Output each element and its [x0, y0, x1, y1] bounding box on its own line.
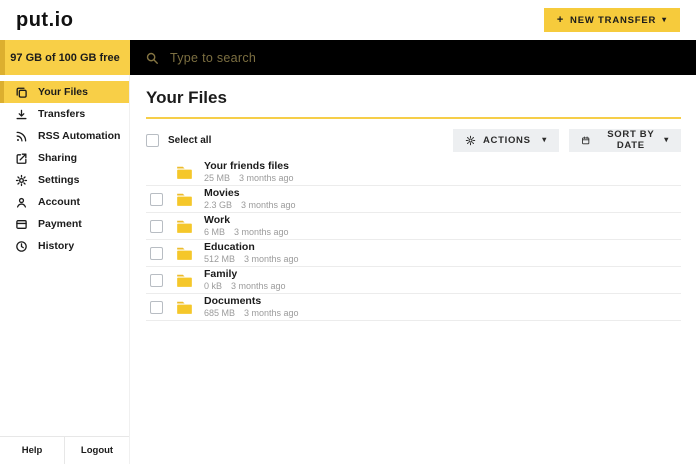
toolbar-buttons: ACTIONS ▾ SORT BY DATE ▾ — [453, 128, 681, 152]
search-placeholder: Type to search — [170, 50, 257, 65]
search-icon — [146, 52, 158, 64]
file-row[interactable]: Your friends files 25 MB 3 months ago — [146, 159, 681, 186]
search-input[interactable]: Type to search — [130, 40, 696, 75]
file-size: 25 MB — [204, 172, 231, 183]
chevron-down-icon: ▾ — [664, 135, 669, 144]
select-all-label: Select all — [168, 134, 212, 146]
main-content: Your Files Select all ACTIONS ▾ SORT BY … — [130, 75, 696, 464]
file-age: 3 months ago — [244, 253, 299, 264]
storage-used-bar — [0, 40, 5, 75]
file-age: 3 months ago — [241, 199, 296, 210]
account-icon — [15, 196, 28, 209]
files-icon — [15, 86, 28, 99]
sidebar-item-sharing[interactable]: Sharing — [0, 147, 129, 169]
putio-app: put.io + NEW TRANSFER ▾ 97 GB of 100 GB … — [0, 0, 696, 464]
file-name[interactable]: Family — [204, 268, 286, 281]
chevron-down-icon: ▾ — [662, 15, 667, 24]
payment-icon — [15, 218, 28, 231]
help-button[interactable]: Help — [0, 437, 65, 464]
sort-by-date-button[interactable]: SORT BY DATE ▾ — [569, 128, 681, 152]
sidebar-item-label: Settings — [38, 174, 80, 186]
sidebar-item-label: Your Files — [38, 86, 88, 98]
file-row[interactable]: Work 6 MB 3 months ago — [146, 213, 681, 240]
transfers-icon — [15, 108, 28, 121]
sidebar-nav: Your Files Transfers RSS Automation Shar… — [0, 75, 129, 436]
file-name[interactable]: Work — [204, 214, 289, 227]
sidebar: Your Files Transfers RSS Automation Shar… — [0, 75, 130, 464]
plus-icon: + — [556, 14, 565, 26]
gear-icon — [465, 135, 476, 145]
file-row[interactable]: Family 0 kB 3 months ago — [146, 267, 681, 294]
sidebar-item-label: Sharing — [38, 152, 78, 164]
storage-badge[interactable]: 97 GB of 100 GB free — [0, 40, 130, 75]
file-name[interactable]: Documents — [204, 295, 299, 308]
sidebar-item-settings[interactable]: Settings — [0, 169, 129, 191]
sidebar-item-payment[interactable]: Payment — [0, 213, 129, 235]
sidebar-item-history[interactable]: History — [0, 235, 129, 257]
row-checkbox[interactable] — [150, 273, 163, 287]
rss-icon — [15, 130, 28, 143]
file-age: 3 months ago — [234, 226, 289, 237]
folder-icon — [177, 274, 192, 287]
actions-label: ACTIONS — [483, 134, 531, 146]
file-age: 3 months ago — [239, 172, 294, 183]
actions-button[interactable]: ACTIONS ▾ — [453, 128, 559, 152]
row-checkbox[interactable] — [150, 246, 163, 260]
sidebar-item-label: RSS Automation — [38, 130, 121, 142]
folder-icon — [177, 166, 192, 179]
sidebar-item-account[interactable]: Account — [0, 191, 129, 213]
file-name[interactable]: Movies — [204, 187, 296, 200]
file-size: 6 MB — [204, 226, 226, 237]
sidebar-item-label: History — [38, 240, 75, 252]
sidebar-item-your-files[interactable]: Your Files — [0, 81, 129, 103]
calendar-icon — [582, 136, 590, 144]
file-size: 0 kB — [204, 280, 223, 291]
history-icon — [15, 240, 28, 253]
sort-label: SORT BY DATE — [607, 129, 655, 151]
sidebar-item-transfers[interactable]: Transfers — [0, 103, 129, 125]
row-checkbox[interactable] — [150, 300, 163, 314]
logout-button[interactable]: Logout — [65, 437, 129, 464]
file-name[interactable]: Education — [204, 241, 299, 254]
page-title: Your Files — [146, 88, 227, 107]
top-bar: put.io + NEW TRANSFER ▾ — [0, 0, 696, 40]
file-row[interactable]: Movies 2.3 GB 3 months ago — [146, 186, 681, 213]
new-transfer-button[interactable]: + NEW TRANSFER ▾ — [543, 8, 680, 32]
folder-icon — [177, 193, 192, 206]
file-size: 2.3 GB — [204, 199, 233, 210]
file-row[interactable]: Education 512 MB 3 months ago — [146, 240, 681, 267]
toolbar: Select all ACTIONS ▾ SORT BY DATE ▾ — [146, 128, 681, 152]
folder-icon — [177, 247, 192, 260]
row-checkbox[interactable] — [150, 219, 163, 233]
storage-search-row: 97 GB of 100 GB free Type to search — [0, 40, 696, 75]
select-all[interactable]: Select all — [146, 133, 212, 147]
file-age: 3 months ago — [231, 280, 286, 291]
file-size: 512 MB — [204, 253, 236, 264]
file-age: 3 months ago — [244, 307, 299, 318]
file-name[interactable]: Your friends files — [204, 160, 294, 173]
file-row[interactable]: Documents 685 MB 3 months ago — [146, 294, 681, 321]
select-all-checkbox[interactable] — [146, 133, 159, 147]
file-size: 685 MB — [204, 307, 236, 318]
title-underline — [146, 117, 681, 119]
storage-label: 97 GB of 100 GB free — [10, 51, 120, 64]
sidebar-item-label: Transfers — [38, 108, 86, 120]
sharing-icon — [15, 152, 28, 165]
sidebar-item-label: Account — [38, 196, 80, 208]
sidebar-footer: Help Logout — [0, 436, 129, 464]
row-checkbox[interactable] — [150, 192, 163, 206]
new-transfer-label: NEW TRANSFER — [570, 14, 657, 26]
folder-icon — [177, 301, 192, 314]
folder-icon — [177, 220, 192, 233]
sidebar-item-rss-automation[interactable]: RSS Automation — [0, 125, 129, 147]
file-list: Your friends files 25 MB 3 months ago Mo… — [146, 159, 681, 321]
settings-icon — [15, 174, 28, 187]
chevron-down-icon: ▾ — [542, 135, 547, 144]
putio-logo: put.io — [16, 8, 74, 31]
sidebar-item-label: Payment — [38, 218, 82, 230]
